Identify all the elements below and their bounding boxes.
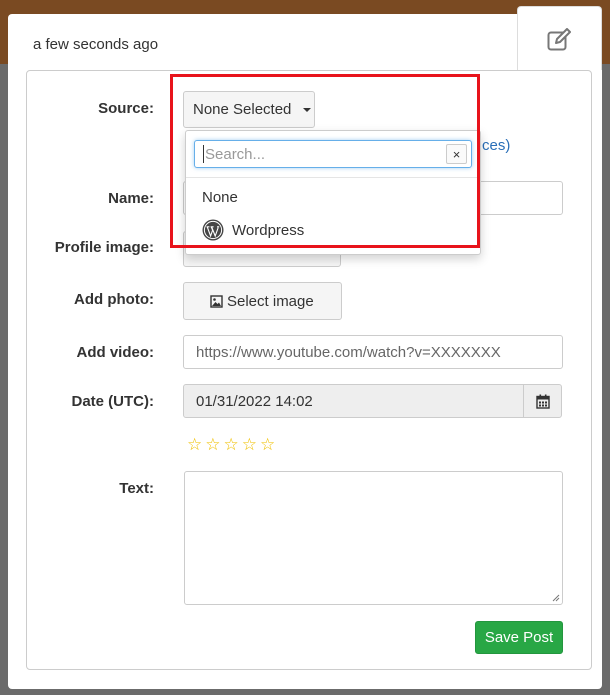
source-selected-value: None Selected [193, 101, 292, 118]
text-label: Text: [119, 480, 154, 497]
save-post-button[interactable]: Save Post [475, 621, 563, 654]
star-rating: ☆ ☆ ☆ ☆ ☆ [187, 436, 275, 453]
select-image-button[interactable]: Select image [183, 282, 342, 320]
video-url-input[interactable]: https://www.youtube.com/watch?v=XXXXXXX [183, 335, 563, 369]
source-help-link[interactable]: ces) [482, 137, 510, 154]
date-value: 01/31/2022 14:02 [196, 392, 313, 410]
chevron-down-icon [303, 107, 312, 112]
text-area[interactable] [184, 471, 563, 605]
source-dropdown-menu: Search... × None Wordpress [185, 130, 481, 255]
image-icon [210, 294, 223, 308]
video-url-placeholder: https://www.youtube.com/watch?v=XXXXXXX [196, 343, 501, 361]
calendar-icon [535, 394, 550, 409]
add-photo-label: Add photo: [74, 291, 154, 308]
edit-icon[interactable] [547, 28, 573, 52]
post-timestamp: a few seconds ago [33, 36, 159, 53]
date-label: Date (UTC): [71, 393, 155, 410]
calendar-button[interactable] [523, 384, 562, 418]
search-placeholder: Search... [205, 145, 266, 163]
star-icon[interactable]: ☆ [242, 436, 257, 453]
dropdown-search-input[interactable]: Search... × [194, 140, 472, 168]
dropdown-option-wordpress[interactable]: Wordpress [202, 219, 304, 241]
name-label: Name: [108, 190, 154, 207]
star-icon[interactable]: ☆ [260, 436, 275, 453]
star-icon[interactable]: ☆ [224, 436, 239, 453]
dropdown-option-none[interactable]: None [202, 189, 238, 206]
text-cursor [203, 145, 204, 163]
wordpress-icon [202, 219, 224, 241]
edit-tab[interactable] [517, 6, 602, 70]
clear-search-button[interactable]: × [446, 144, 467, 164]
date-input[interactable]: 01/31/2022 14:02 [183, 384, 525, 418]
post-editor-modal: a few seconds ago Source: None Selected … [8, 6, 602, 689]
star-icon[interactable]: ☆ [187, 436, 202, 453]
dropdown-divider [186, 177, 480, 178]
source-select-button[interactable]: None Selected [183, 91, 315, 128]
resize-handle-icon[interactable] [552, 594, 560, 602]
source-label: Source: [98, 100, 154, 117]
profile-image-label: Profile image: [54, 239, 154, 256]
add-video-label: Add video: [76, 344, 155, 361]
form-panel: Source: None Selected ces) Name: Profile… [26, 70, 592, 670]
star-icon[interactable]: ☆ [205, 436, 220, 453]
